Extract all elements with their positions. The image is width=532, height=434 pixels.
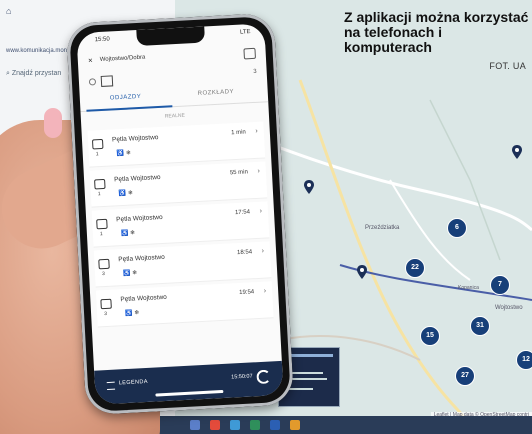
status-signal: LTE bbox=[239, 29, 251, 36]
map-place-label: Kopanica bbox=[458, 285, 479, 291]
accessibility-icons: ♿ ❄ bbox=[120, 230, 136, 238]
map-place-label: Wojtostwo bbox=[495, 305, 523, 311]
map-stop-marker[interactable]: 7 bbox=[490, 275, 510, 295]
line-number: 3 bbox=[103, 310, 108, 318]
monitor-header-text: www.komunikacja.mon bbox=[6, 48, 68, 54]
photo-credit: FOT. UA bbox=[489, 61, 526, 71]
chevron-right-icon: › bbox=[257, 167, 261, 175]
taskbar-app-icon[interactable] bbox=[210, 420, 220, 430]
map-place-label: Przeździatka bbox=[365, 225, 400, 231]
departure-row[interactable]: 3 Pętla Wojtostwo ♿ ❄ 18:54 › bbox=[93, 241, 272, 288]
map-stop-marker[interactable]: 27 bbox=[455, 366, 475, 386]
search-icon: ⌕ bbox=[6, 70, 10, 77]
status-time: 15:50 bbox=[94, 36, 110, 44]
accessibility-icons: ♿ ❄ bbox=[118, 190, 134, 198]
accessibility-icons: ♿ ❄ bbox=[125, 310, 140, 318]
bus-icon bbox=[94, 178, 106, 190]
legend-icon[interactable] bbox=[106, 381, 116, 391]
line-number: 1 bbox=[95, 151, 99, 158]
taskbar-app-icon[interactable] bbox=[270, 420, 280, 430]
photo-scene: Przeździatka Wojtostwo Kopanica 6 22 7 3… bbox=[0, 0, 532, 434]
map-stop-marker[interactable]: 6 bbox=[447, 218, 467, 238]
departure-time: 1 min bbox=[231, 129, 246, 137]
chevron-right-icon: › bbox=[259, 207, 263, 215]
line-number: 3 bbox=[101, 271, 105, 278]
tab-timetables[interactable]: ROZKŁADY bbox=[198, 89, 235, 97]
taskbar-app-icon[interactable] bbox=[290, 420, 300, 430]
close-icon[interactable]: ✕ bbox=[88, 57, 93, 64]
chevron-right-icon: › bbox=[263, 287, 267, 295]
chevron-right-icon: › bbox=[261, 247, 265, 255]
taskbar-app-icon[interactable] bbox=[230, 420, 240, 430]
line-number: 1 bbox=[97, 191, 101, 198]
departure-stop: Pętla Wojtostwo bbox=[111, 134, 159, 144]
taskbar-app-icon[interactable] bbox=[250, 420, 260, 430]
footer-clock: 15:50:07 bbox=[231, 373, 253, 381]
home-icon[interactable]: ⌂ bbox=[6, 6, 11, 16]
map-stop-marker[interactable]: 22 bbox=[405, 258, 425, 278]
departure-time: 18:54 bbox=[236, 249, 253, 257]
thumb-nail bbox=[44, 108, 62, 138]
departure-stop: Pętla Wojtostwo bbox=[120, 293, 168, 304]
taskbar bbox=[150, 416, 532, 434]
active-tab-indicator bbox=[86, 105, 173, 112]
bus-icon bbox=[91, 138, 104, 150]
map-pin-icon[interactable] bbox=[512, 145, 522, 159]
home-indicator[interactable] bbox=[155, 389, 224, 397]
departure-row[interactable]: 1 Pętla Wojtostwo ♿ ❄ 17:54 › bbox=[91, 201, 270, 248]
map-stop-marker[interactable]: 31 bbox=[470, 316, 490, 336]
departure-row[interactable]: 1 Pętla Wojtostwo ♿ ❄ 1 min › bbox=[87, 121, 266, 168]
map-pin-icon[interactable] bbox=[357, 265, 367, 279]
map-stop-marker[interactable]: 15 bbox=[420, 326, 440, 346]
bus-icon bbox=[98, 258, 110, 270]
accessibility-icons: ♿ ❄ bbox=[116, 150, 132, 158]
calendar-icon[interactable] bbox=[100, 75, 114, 87]
tab-departures[interactable]: ODJAZDY bbox=[110, 94, 142, 102]
row-number: 3 bbox=[253, 68, 257, 75]
departure-row[interactable]: 3 Pętla Wojtostwo ♿ ❄ 19:54 › bbox=[95, 281, 274, 328]
departure-stop: Pętla Wojtostwo bbox=[116, 213, 163, 224]
photo-caption: Z aplikacji można korzystać na telefo­na… bbox=[332, 9, 532, 72]
bus-icon bbox=[100, 298, 112, 310]
refresh-icon[interactable] bbox=[256, 369, 271, 385]
accessibility-icons: ♿ ❄ bbox=[122, 270, 138, 278]
smartphone: 15:50 LTE ✕ Wojtostwo/Dobra 3 ODJAZDY RO… bbox=[65, 12, 295, 416]
chevron-right-icon: › bbox=[255, 127, 258, 135]
app-footer: LEGENDA 15:50:07 bbox=[94, 360, 284, 405]
departure-time: 19:54 bbox=[239, 289, 255, 297]
line-number: 1 bbox=[99, 231, 103, 238]
map-stop-marker[interactable]: 12 bbox=[516, 350, 532, 370]
taskbar-app-icon[interactable] bbox=[190, 420, 200, 430]
caption-headline: Z aplikacji można korzystać na telefo­na… bbox=[344, 9, 529, 55]
qr-icon[interactable] bbox=[243, 47, 256, 60]
location-icon[interactable] bbox=[88, 78, 97, 86]
map-pin-icon[interactable] bbox=[304, 180, 314, 194]
departure-stop: Pętla Wojtostwo bbox=[113, 173, 161, 184]
stop-title: Wojtostwo/Dobra bbox=[99, 54, 146, 63]
departure-row[interactable]: 1 Pętla Wojtostwo ♿ ❄ 55 min › bbox=[89, 161, 268, 208]
departure-time: 55 min bbox=[229, 169, 249, 177]
bus-icon bbox=[96, 218, 108, 230]
departure-time: 17:54 bbox=[234, 209, 251, 217]
departure-stop: Pętla Wojtostwo bbox=[118, 253, 165, 264]
search-placeholder: Znajdź przystan bbox=[11, 70, 62, 77]
phone-screen: 15:50 LTE ✕ Wojtostwo/Dobra 3 ODJAZDY RO… bbox=[76, 23, 284, 405]
legend-button[interactable]: LEGENDA bbox=[119, 379, 148, 387]
